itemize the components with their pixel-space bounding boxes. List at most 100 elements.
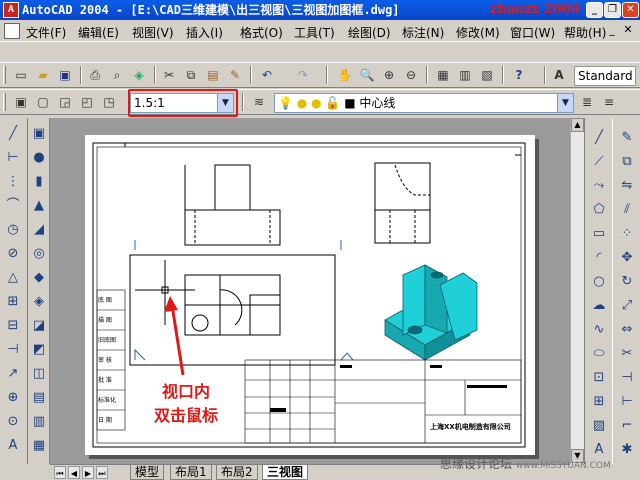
tolerance-icon[interactable]: ⊕ — [3, 388, 23, 408]
arc-icon[interactable]: ◜ — [589, 248, 609, 268]
mirror-icon[interactable]: ⇋ — [617, 176, 637, 196]
rotate-icon[interactable]: ↻ — [617, 272, 637, 292]
ordinate-icon[interactable]: ⋮ — [3, 172, 23, 192]
break-icon[interactable]: ⊢ — [617, 392, 637, 412]
tab-layout1[interactable]: 布局1 — [170, 465, 212, 480]
box-icon[interactable]: ▣ — [29, 124, 49, 144]
make-block-icon[interactable]: ⊞ — [589, 392, 609, 412]
interfere-icon[interactable]: ◫ — [29, 364, 49, 384]
restore-button[interactable]: ❐ — [604, 2, 621, 18]
menu-edit[interactable]: 编辑(E) — [78, 24, 119, 41]
radius-icon[interactable]: ◷ — [3, 220, 23, 240]
copy-icon[interactable]: ⧉ — [182, 66, 200, 84]
clip-viewport-icon[interactable]: ◳ — [100, 93, 118, 111]
chevron-down-icon[interactable]: ▼ — [557, 94, 573, 112]
text-style-icon[interactable]: A — [550, 66, 568, 84]
paste-icon[interactable]: ▤ — [204, 66, 222, 84]
publish-icon[interactable]: ◈ — [130, 66, 148, 84]
menu-draw[interactable]: 绘图(D) — [348, 24, 391, 41]
menu-window[interactable]: 窗口(W) — [510, 24, 555, 41]
text-style-select[interactable]: Standard — [574, 66, 636, 86]
line-tool-icon[interactable]: ╱ — [589, 128, 609, 148]
print-preview-icon[interactable]: ⌕ — [108, 66, 126, 84]
hatch-icon[interactable]: ▨ — [589, 416, 609, 436]
continue-icon[interactable]: ⊣ — [3, 340, 23, 360]
autocad-app-icon[interactable]: A — [3, 2, 19, 18]
diameter-icon[interactable]: ⊘ — [3, 244, 23, 264]
menu-modify[interactable]: 修改(M) — [456, 24, 500, 41]
tab-three-views[interactable]: 三视图 — [262, 465, 309, 480]
open-icon[interactable]: ▰ — [34, 66, 52, 84]
array-icon[interactable]: ⁘ — [617, 224, 637, 244]
menu-format[interactable]: 格式(O) — [240, 24, 283, 41]
dim-text-icon[interactable]: A — [3, 436, 23, 456]
center-mark-icon[interactable]: ⊙ — [3, 412, 23, 432]
slice-icon[interactable]: ◪ — [29, 316, 49, 336]
tab-prev-icon[interactable]: ◀ — [68, 466, 80, 479]
trim-icon[interactable]: ✂ — [617, 344, 637, 364]
zoom-previous-icon[interactable]: ⊖ — [402, 66, 420, 84]
document-icon[interactable] — [4, 23, 20, 39]
layer-previous-icon[interactable]: ≡ — [600, 93, 618, 111]
tab-first-icon[interactable]: ⏮ — [54, 466, 66, 479]
construction-line-icon[interactable]: ⟋ — [589, 152, 609, 172]
scale-icon[interactable]: ⤢ — [617, 296, 637, 316]
zoom-realtime-icon[interactable]: 🔍 — [358, 66, 376, 84]
explode-icon[interactable]: ✱ — [617, 440, 637, 460]
close-button[interactable]: ✕ — [622, 2, 639, 18]
move-icon[interactable]: ✥ — [617, 248, 637, 268]
torus-icon[interactable]: ◎ — [29, 244, 49, 264]
copy-object-icon[interactable]: ⧉ — [617, 152, 637, 172]
erase-icon[interactable]: ✎ — [617, 128, 637, 148]
pan-icon[interactable]: ✋ — [336, 66, 354, 84]
extrude-icon[interactable]: ◆ — [29, 268, 49, 288]
toolbar-grip[interactable] — [3, 66, 6, 84]
cone-icon[interactable]: ▲ — [29, 196, 49, 216]
make-object-layer-current-icon[interactable]: ≣ — [578, 93, 596, 111]
menu-file[interactable]: 文件(F) — [26, 24, 66, 41]
angular-icon[interactable]: ⌒ — [3, 196, 23, 216]
help-icon[interactable]: ? — [510, 66, 528, 84]
cylinder-icon[interactable]: ▮ — [29, 172, 49, 192]
design-center-icon[interactable]: ▥ — [456, 66, 474, 84]
polyline-icon[interactable]: ⤳ — [589, 176, 609, 196]
layer-manager-icon[interactable]: ≋ — [250, 93, 268, 111]
menu-insert[interactable]: 插入(I) — [186, 24, 223, 41]
toolbar-grip[interactable] — [3, 93, 6, 111]
extend-icon[interactable]: ⊣ — [617, 368, 637, 388]
print-icon[interactable]: ⎙ — [86, 66, 104, 84]
match-properties-icon[interactable]: ✎ — [226, 66, 244, 84]
minimize-button[interactable]: _ — [586, 2, 603, 18]
menu-tools[interactable]: 工具(T) — [294, 24, 335, 41]
leader-icon[interactable]: ↗ — [3, 364, 23, 384]
setup-view-icon[interactable]: ▥ — [29, 412, 49, 432]
single-viewport-icon[interactable]: ▢ — [34, 93, 52, 111]
tab-model[interactable]: 模型 — [130, 465, 165, 480]
polygon-icon[interactable]: ⬠ — [589, 200, 609, 220]
wedge-icon[interactable]: ◢ — [29, 220, 49, 240]
sphere-icon[interactable]: ● — [29, 148, 49, 168]
scroll-up-icon[interactable]: ▲ — [571, 118, 584, 132]
chamfer-icon[interactable]: ⌐ — [617, 416, 637, 436]
convert-to-viewport-icon[interactable]: ◰ — [78, 93, 96, 111]
menu-help[interactable]: 帮助(H) — [564, 24, 606, 41]
menu-dimension[interactable]: 标注(N) — [402, 24, 444, 41]
layer-select[interactable]: 💡 ● ● 🔓 ■ 中心线 ▼ — [274, 93, 574, 113]
save-icon[interactable]: ▣ — [56, 66, 74, 84]
properties-icon[interactable]: ▦ — [434, 66, 452, 84]
ellipse-icon[interactable]: ⬭ — [589, 344, 609, 364]
dimension-icon[interactable]: ⊢ — [3, 148, 23, 168]
mdi-minimize-button[interactable]: _ — [605, 23, 619, 37]
new-icon[interactable]: ▭ — [12, 66, 30, 84]
section-icon[interactable]: ◩ — [29, 340, 49, 360]
rectangle-icon[interactable]: ▭ — [589, 224, 609, 244]
polygonal-viewport-icon[interactable]: ◲ — [56, 93, 74, 111]
zoom-window-icon[interactable]: ⊕ — [380, 66, 398, 84]
quick-dim-icon[interactable]: ⊞ — [3, 292, 23, 312]
vertical-scrollbar[interactable]: ▲ ▼ — [570, 118, 584, 464]
setup-drawing-icon[interactable]: ▤ — [29, 388, 49, 408]
spline-icon[interactable]: ∿ — [589, 320, 609, 340]
line-icon[interactable]: ╱ — [3, 124, 23, 144]
circle-icon[interactable]: ○ — [589, 272, 609, 292]
cut-icon[interactable]: ✂ — [160, 66, 178, 84]
